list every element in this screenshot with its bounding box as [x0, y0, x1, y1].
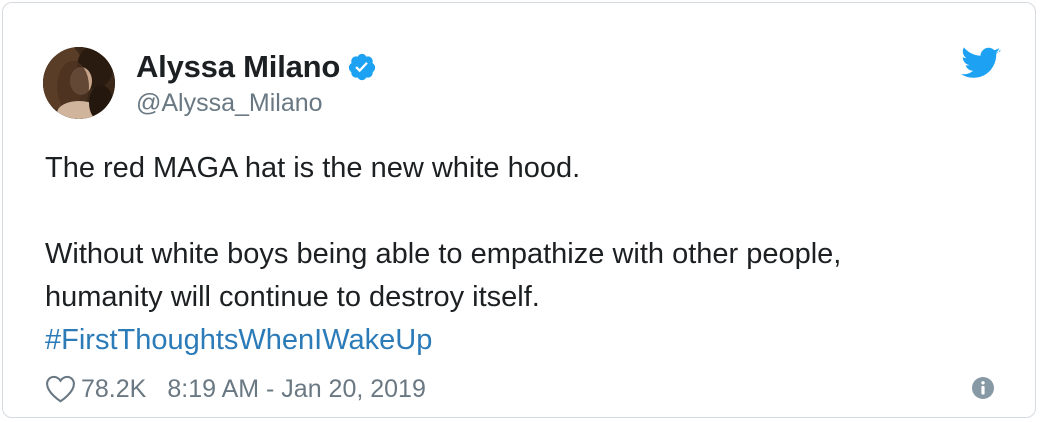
tweet-footer: 78.2K 8:19 AM - Jan 20, 2019: [45, 371, 426, 407]
tweet-text: The red MAGA hat is the new white hood. …: [45, 147, 1005, 362]
twitter-bird-icon[interactable]: [961, 47, 1001, 81]
verified-badge-icon: [349, 53, 376, 81]
tweet-card: Alyssa Milano @Alyssa_Milano The red MAG…: [2, 2, 1036, 418]
tweet-line: humanity will continue to destroy itself…: [45, 281, 540, 313]
author-name[interactable]: Alyssa Milano: [136, 49, 340, 85]
heart-icon: [46, 375, 75, 403]
hashtag-link[interactable]: #FirstThoughtsWhenIWakeUp: [45, 324, 432, 356]
tweet-line: The red MAGA hat is the new white hood.: [45, 152, 581, 184]
like-button[interactable]: 78.2K: [45, 375, 146, 404]
avatar[interactable]: [43, 47, 115, 119]
tweet-timestamp[interactable]: 8:19 AM - Jan 20, 2019: [167, 375, 426, 404]
author-name-row: Alyssa Milano: [136, 47, 377, 87]
like-count: 78.2K: [81, 374, 147, 403]
avatar-image: [43, 47, 115, 119]
tweet-line: Without white boys being able to empathi…: [45, 238, 842, 270]
info-icon[interactable]: [971, 376, 995, 400]
author-handle[interactable]: @Alyssa_Milano: [136, 89, 323, 118]
